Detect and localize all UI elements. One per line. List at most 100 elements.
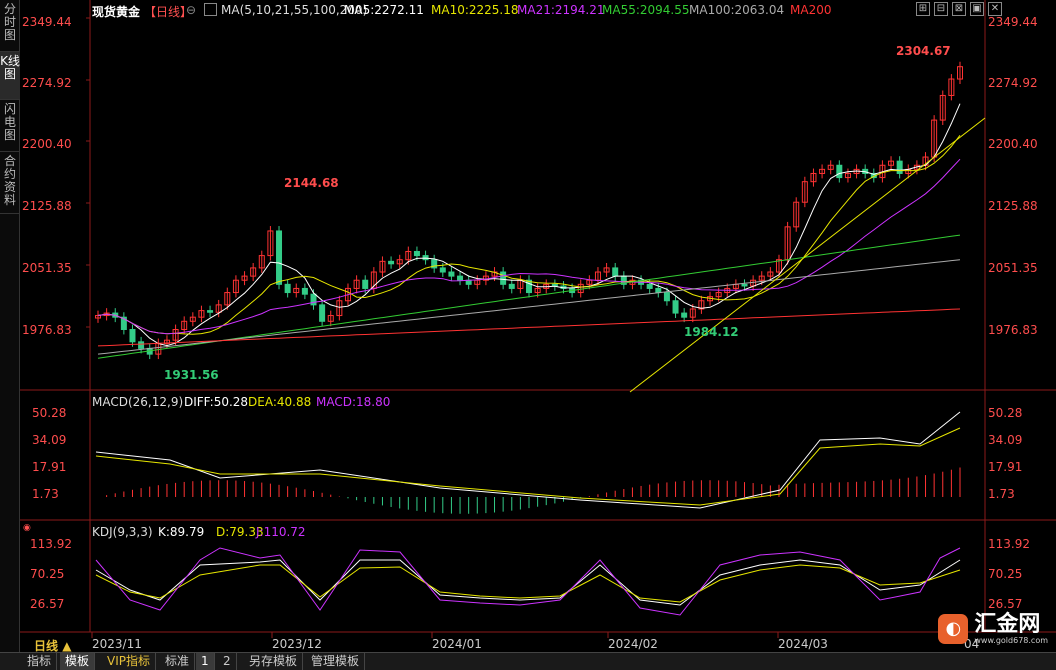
low-annotation-feb: 1984.12 (684, 325, 739, 339)
settings-icon[interactable]: ▣ (970, 2, 984, 16)
kdj-label: KDJ(9,3,3) (92, 525, 153, 539)
candle-body (388, 260, 395, 265)
macd-tick-left: 34.09 (32, 433, 67, 447)
candle-body (138, 341, 145, 349)
bottom-toolbar: 指标 模板 VIP指标 标准 1 2 另存模板 管理模板 (0, 652, 1056, 670)
bottom-tab[interactable]: 管理模板 (306, 653, 366, 670)
macd-tick-left: 50.28 (32, 406, 67, 420)
candle-body (129, 329, 136, 343)
macd-tick-right: 1.73 (988, 487, 1015, 501)
low-annotation-nov: 1931.56 (164, 368, 219, 382)
logo-brand: 汇金网 (974, 611, 1041, 637)
price-tick-left: 2125.88 (22, 199, 72, 213)
date-tick: 2023/12 (272, 637, 322, 651)
price-tick-right: 2274.92 (988, 76, 1038, 90)
price-tick-left: 1976.83 (22, 323, 72, 337)
macd-label: MACD(26,12,9) (92, 395, 184, 409)
macd-tick-left: 17.91 (32, 460, 67, 474)
candle-body (663, 292, 670, 302)
grid-icon[interactable]: ⊞ (916, 2, 930, 16)
bottom-tab[interactable]: 另存模板 (244, 653, 304, 670)
ma-legend-item: MA10:2225.18 (431, 3, 519, 17)
chart-area[interactable]: 现货黄金 【日线】 ⊖ MA(5,10,21,55,100,200) MA5:2… (20, 0, 1056, 653)
candle-body (551, 283, 558, 287)
macd-legend-item: DIFF:50.28 (184, 395, 249, 409)
close-icon[interactable]: ✕ (988, 2, 1002, 16)
tab-lightning[interactable]: 闪电图 (0, 100, 20, 152)
indicator-dot-icon[interactable]: ◉ (23, 523, 31, 533)
candle-body (612, 267, 619, 277)
tab-contract-info[interactable]: 合约资料 (0, 152, 20, 214)
logo-url: www.gold678.com (974, 635, 1048, 645)
instrument-name: 现货黄金 (92, 5, 141, 19)
ma-legend-item: MA5:2272.11 (344, 3, 424, 17)
date-tick: 2024/02 (608, 637, 658, 651)
trend-line (629, 117, 986, 393)
candle-body (896, 160, 903, 174)
macd-legend-item: DEA:40.88 (248, 395, 312, 409)
candle-body (741, 283, 748, 287)
kdj-tick-left: 26.57 (30, 597, 65, 611)
candle-body (284, 283, 291, 294)
candle-body (836, 164, 843, 179)
macd-tick-left: 1.73 (32, 487, 59, 501)
macd-tick-right: 17.91 (988, 460, 1023, 474)
macd-tick-right: 34.09 (988, 433, 1023, 447)
left-view-tabs: 分时图 K线图 闪电图 合约资料 (0, 0, 20, 652)
site-logo: ◐ 汇金网 www.gold678.com (938, 612, 1048, 646)
ma-legend-item: MA21:2194.21 (517, 3, 605, 17)
candle-body (301, 287, 308, 295)
chart-canvas[interactable] (20, 0, 1056, 652)
shrink-icon[interactable]: ⊟ (934, 2, 948, 16)
period-tag: 【日线】 (144, 5, 193, 19)
price-tick-left: 2274.92 (22, 76, 72, 90)
bottom-tab[interactable]: 标准 (160, 653, 196, 670)
kdj-legend-item: K:89.79 (158, 525, 205, 539)
candle-body (276, 230, 283, 285)
kdj-d-line (95, 564, 961, 603)
price-tick-left: 2200.40 (22, 137, 72, 151)
candle-body (319, 304, 326, 322)
kdj-k-line (95, 559, 961, 606)
macd-legend-item: MACD:18.80 (316, 395, 391, 409)
kdj-j-line (95, 547, 961, 616)
ma-legend-item: MA55:2094.55 (602, 3, 690, 17)
period-selector-label: 日线 (34, 639, 59, 653)
collapse-icon[interactable]: ⊖ (186, 3, 196, 17)
price-tick-right: 2125.88 (988, 199, 1038, 213)
bottom-tab[interactable]: 1 (196, 653, 215, 670)
date-tick: 2023/11 (92, 637, 142, 651)
candle-body (362, 279, 369, 289)
price-tick-right: 1976.83 (988, 323, 1038, 337)
ma-legend-item: MA200 (790, 3, 832, 17)
candle-body (681, 312, 688, 318)
kdj-tick-right: 70.25 (988, 567, 1023, 581)
expand-icon[interactable]: ⊠ (952, 2, 966, 16)
price-tick-right: 2349.44 (988, 15, 1038, 29)
tab-kline[interactable]: K线图 (0, 52, 20, 100)
price-tick-left: 2349.44 (22, 15, 72, 29)
ma-legend-item: MA100:2063.04 (689, 3, 785, 17)
bottom-tab[interactable]: 模板 (60, 653, 96, 670)
kdj-tick-left: 113.92 (30, 537, 72, 551)
candle-body (310, 293, 317, 306)
date-tick: 2024/03 (778, 637, 828, 651)
bottom-tab[interactable]: 指标 (22, 653, 58, 670)
candle-body (448, 271, 455, 277)
kdj-tick-left: 70.25 (30, 567, 65, 581)
macd-tick-right: 50.28 (988, 406, 1023, 420)
bottom-tab[interactable]: VIP指标 (102, 653, 156, 670)
kdj-legend-item: J:110.72 (256, 525, 306, 539)
ma200-line (97, 308, 961, 347)
candle-body (508, 283, 515, 289)
price-tick-left: 2051.35 (22, 261, 72, 275)
gold-logo-icon: ◐ (938, 614, 969, 644)
price-tick-right: 2200.40 (988, 137, 1038, 151)
date-tick: 2024/01 (432, 637, 482, 651)
candle-body (439, 267, 446, 273)
price-tick-right: 2051.35 (988, 261, 1038, 275)
candle-body (672, 300, 679, 314)
bottom-tab[interactable]: 2 (218, 653, 237, 670)
tab-time-sharing[interactable]: 分时图 (0, 0, 20, 52)
settings-square-icon[interactable] (204, 3, 217, 16)
